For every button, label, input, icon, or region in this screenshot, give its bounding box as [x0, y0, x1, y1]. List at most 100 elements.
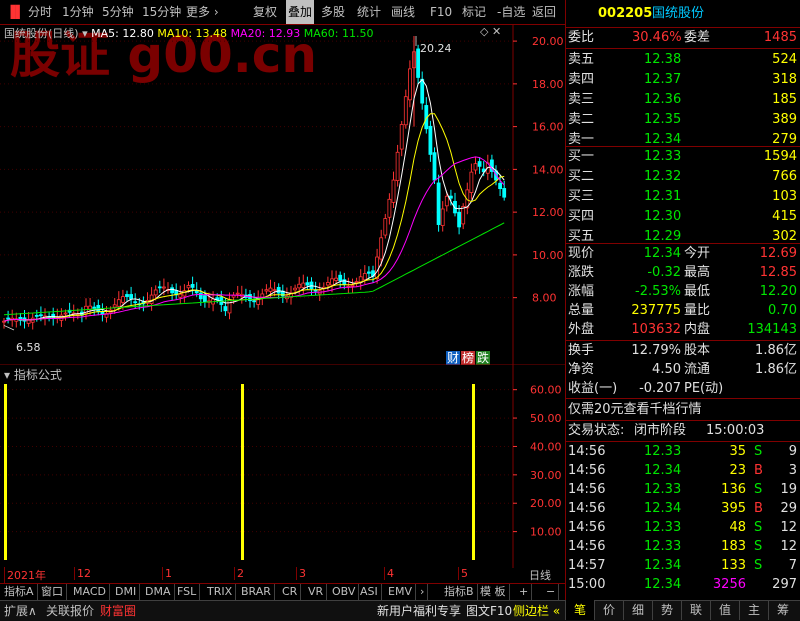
indicator-tab-0[interactable]: 指标A [4, 584, 38, 600]
candle [100, 311, 105, 315]
indicator-tab-8[interactable]: CR [282, 584, 302, 600]
stat-value: 12.34 [643, 246, 681, 261]
stat-value-2: 12.69 [759, 246, 797, 261]
stat-value: -2.53% [635, 284, 681, 299]
indicator-tab-13[interactable]: › [420, 584, 429, 600]
tick-row: 14:56 12.33 48 S 12 [566, 518, 800, 538]
bid-row: 买四 12.30 415 [566, 207, 800, 227]
quote-tab-6[interactable]: 主 [739, 600, 768, 620]
toolbar-10[interactable]: F10 [428, 0, 454, 24]
period-label[interactable]: 日线 [515, 567, 565, 583]
indicator-tab-5[interactable]: FSL [177, 584, 201, 600]
stat2-label-2: 流通 [684, 362, 711, 377]
bottom-item-1[interactable]: 关联报价 [46, 601, 94, 621]
toolbar-2[interactable]: 5分钟 [100, 0, 136, 24]
kline-chart[interactable]: 股证 g00.cn 20.0018.0016.0014.0012.0010.00… [0, 24, 565, 364]
toolbar-7[interactable]: 多股 [319, 0, 347, 24]
tick-count: 12 [780, 520, 797, 535]
diamond-icon[interactable]: ◇ [480, 25, 488, 38]
weibi-row: 委比 30.46% 委差 1485 [566, 28, 800, 48]
tick-vol: 183 [721, 539, 746, 554]
bid-row: 买一 12.33 1594 [566, 147, 800, 167]
candle [305, 282, 310, 286]
quote-tab-3[interactable]: 势 [652, 600, 681, 620]
tick-row: 14:56 12.34 23 B 3 [566, 461, 800, 481]
candle [264, 289, 269, 292]
badge-2[interactable]: 跌 [476, 351, 491, 365]
badge-1[interactable]: 榜 [461, 351, 476, 365]
toolbar-9[interactable]: 画线 [389, 0, 417, 24]
candle [407, 68, 412, 101]
bid-vol: 415 [772, 209, 797, 224]
indicator-tab-16[interactable]: + [519, 584, 533, 600]
stat-value-2: 12.20 [759, 284, 797, 299]
toolbar-0[interactable]: 分时 [26, 0, 54, 24]
promo-link[interactable]: 仅需20元查看千档行情 [568, 400, 702, 420]
quote-tab-4[interactable]: 联 [681, 600, 710, 620]
ma-legend: 国统股份(日线) ▾ MA5: 12.80 MA10: 13.48 MA20: … [4, 25, 374, 41]
indicator-tab-17[interactable]: − [546, 584, 560, 600]
candle [223, 306, 228, 312]
tick-row: 14:56 12.33 136 S 19 [566, 480, 800, 500]
candle [129, 294, 134, 300]
indicator-tab-11[interactable]: ASI [360, 584, 382, 600]
dropdown-icon[interactable]: ▾ [82, 27, 88, 40]
toolbar-6[interactable]: 叠加 [286, 0, 315, 24]
bottom-right-item-2[interactable]: 侧边栏 « [513, 601, 560, 621]
stat2-row: 换手 12.79% 股本 1.86亿 [566, 341, 800, 361]
candle [440, 208, 445, 226]
indicator-tab-14[interactable]: 指标B [444, 584, 478, 600]
indicator-chart[interactable]: 60.00 50.00 40.00 30.00 20.00 10.00 [0, 364, 565, 568]
indicator-tab-4[interactable]: DMA [145, 584, 175, 600]
candle [469, 171, 474, 193]
stat-label: 外盘 [568, 322, 595, 337]
indicator-tab-2[interactable]: MACD [73, 584, 110, 600]
collapse-icon[interactable]: ▾ [4, 368, 10, 382]
toolbar-3[interactable]: 15分钟 [140, 0, 183, 24]
indicator-tab-6[interactable]: TRIX [207, 584, 237, 600]
quote-tab-2[interactable]: 细 [623, 600, 652, 620]
quote-tab-7[interactable]: 筹 [768, 600, 797, 620]
quote-tab-5[interactable]: 值 [710, 600, 739, 620]
close-icon[interactable]: ✕ [492, 25, 501, 38]
quote-tab-1[interactable]: 价 [594, 600, 623, 620]
ask-price: 12.36 [644, 92, 682, 107]
indicator-tab-1[interactable]: 窗口 [41, 584, 67, 600]
indicator-tab-3[interactable]: DMI [115, 584, 141, 600]
stat-value: -0.32 [647, 265, 681, 280]
ask-vol: 185 [772, 92, 797, 107]
toolbar-13[interactable]: 返回 [530, 0, 558, 24]
bottom-item-2[interactable]: 财富圈 [100, 601, 136, 621]
indicator-tab-12[interactable]: EMV [388, 584, 416, 600]
stat-value-2: 12.85 [759, 265, 797, 280]
y-tick: 12.00 [532, 206, 564, 219]
indicator-tab-15[interactable]: 模 板 [480, 584, 510, 600]
candle [420, 78, 425, 104]
indicator-title[interactable]: 指标公式 [14, 368, 62, 382]
bid-price: 12.30 [644, 209, 682, 224]
tick-time: 15:00 [568, 577, 606, 592]
toolbar-5[interactable]: 复权 [251, 0, 279, 24]
bid-row: 买三 12.31 103 [566, 187, 800, 207]
toolbar-11[interactable]: 标记 [460, 0, 488, 24]
quote-tab-0[interactable]: 笔 [565, 600, 594, 620]
bottom-item-0[interactable]: 扩展∧ [4, 601, 37, 621]
indicator-tab-9[interactable]: VR [308, 584, 328, 600]
toolbar-8[interactable]: 统计 [355, 0, 383, 24]
kline-icon[interactable]: ▐▌ [6, 0, 24, 24]
status-time: 15:00:03 [706, 423, 765, 438]
indicator-tab-10[interactable]: OBV [332, 584, 360, 600]
ma20-label: MA20: 12.93 [230, 27, 301, 40]
tick-price: 12.34 [644, 558, 682, 573]
candle [362, 273, 367, 281]
toolbar-12[interactable]: -自选 [495, 0, 527, 24]
indicator-tab-7[interactable]: BRAR [241, 584, 275, 600]
candle [186, 285, 191, 289]
bottom-right-item-0[interactable]: 新用户福利专享 [377, 601, 461, 621]
toolbar-1[interactable]: 1分钟 [60, 0, 96, 24]
badge-0[interactable]: 财 [446, 351, 461, 365]
quote-header: 002205 国统股份 [566, 4, 800, 24]
bottom-right-item-1[interactable]: 图文F10 [466, 601, 512, 621]
stat2-value: 4.50 [652, 362, 681, 377]
toolbar-4[interactable]: 更多 › [184, 0, 221, 24]
